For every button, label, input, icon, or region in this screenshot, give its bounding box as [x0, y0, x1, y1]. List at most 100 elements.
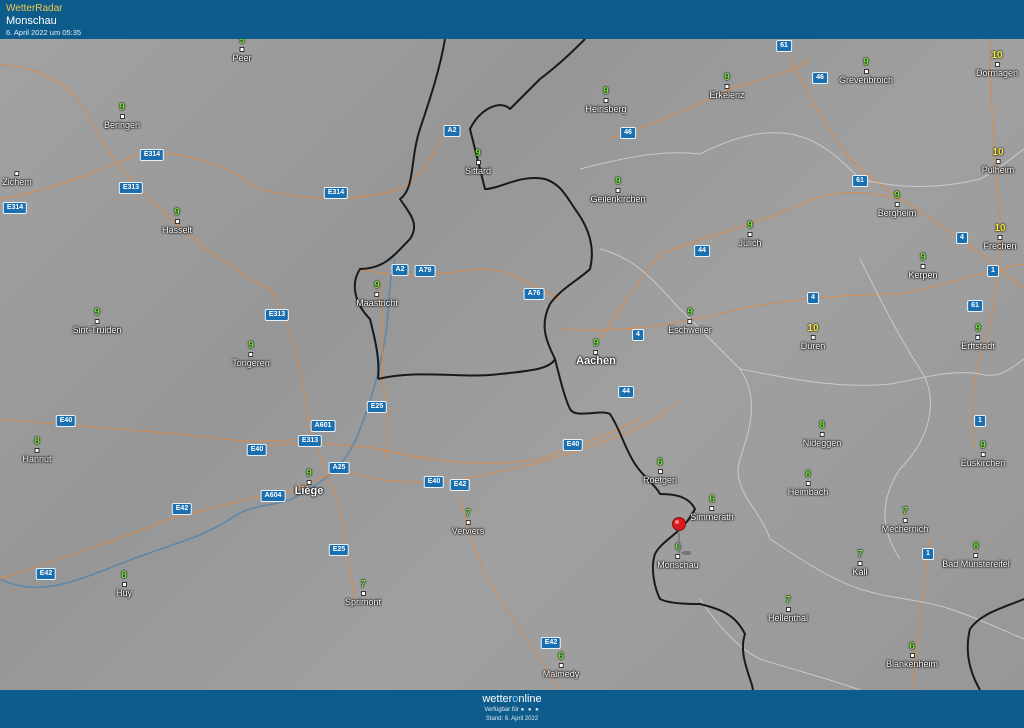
- weather-map[interactable]: 61 46 A2 46 E314 E313 E314 E314 61 4 A2 …: [0, 39, 1024, 690]
- temperature: 7: [465, 508, 471, 519]
- city-marker-mechernich[interactable]: 7 Mechernich: [882, 507, 929, 535]
- city-name: Grevenbroich: [838, 75, 894, 85]
- city-name: Verviers: [451, 526, 485, 536]
- city-dot: [121, 582, 127, 587]
- temperature: 9: [687, 307, 693, 318]
- city-name: Pulheim: [981, 165, 1015, 175]
- city-marker-heimbach[interactable]: 8 Heimbach: [788, 470, 829, 498]
- city-marker-hannut[interactable]: 8 Hannut: [22, 437, 51, 465]
- temperature: 6: [657, 457, 663, 468]
- temperature: 9: [980, 440, 986, 451]
- temperature: 9: [374, 280, 380, 291]
- city-marker-sittard[interactable]: 9 Sittard: [465, 149, 491, 177]
- city-name: Bad Münstereifel: [942, 559, 1010, 569]
- location-pin-icon[interactable]: [671, 517, 691, 557]
- city-name: Monschau: [657, 560, 699, 570]
- city-dot: [709, 506, 715, 511]
- city-name: Kerpen: [908, 270, 938, 280]
- city-marker-dormagen[interactable]: 10 Dormagen: [976, 51, 1018, 79]
- temperature: 8: [819, 420, 825, 431]
- logo-text: nline: [518, 693, 542, 705]
- city-marker-tongeren[interactable]: 9 Tongeren: [232, 341, 270, 369]
- city-marker-verviers[interactable]: 7 Verviers: [452, 509, 485, 537]
- temperature: 9: [724, 72, 730, 83]
- availability-label: Verfügbar für: [484, 707, 519, 713]
- city-marker-bergheim[interactable]: 9 Bergheim: [878, 191, 917, 219]
- temperature: 9: [94, 307, 100, 318]
- city-dot: [239, 47, 245, 52]
- city-name: Malmedy: [542, 669, 580, 679]
- city-marker-roetgen[interactable]: 6 Roetgen: [643, 458, 677, 486]
- city-marker-frechen[interactable]: 10 Frechen: [983, 224, 1016, 252]
- city-dot: [465, 520, 471, 525]
- app-footer: wetteronline Verfügbar für ● ● ● Stand: …: [0, 690, 1024, 728]
- road-sign: E40: [562, 439, 584, 451]
- city-marker-geilenkirchen[interactable]: 9 Geilenkirchen: [590, 177, 645, 205]
- temperature: 8: [973, 541, 979, 552]
- city-name: Bergheim: [877, 208, 917, 218]
- city-name: Heinsberg: [585, 104, 627, 114]
- city-dot: [248, 352, 254, 357]
- city-dot: [997, 235, 1003, 240]
- road-sign: 61: [852, 175, 868, 187]
- city-marker-liege[interactable]: 9 Liège: [295, 469, 324, 497]
- city-name: Heimbach: [787, 487, 829, 497]
- city-marker-pulheim[interactable]: 10 Pulheim: [982, 148, 1015, 176]
- city-name: Mechernich: [881, 524, 929, 534]
- temperature: 6: [558, 651, 564, 662]
- road-sign: 46: [620, 127, 636, 139]
- stand-date: Stand: 6. April 2022: [485, 716, 539, 722]
- city-marker-nideggen[interactable]: 8 Nideggen: [803, 421, 842, 449]
- temperature: 6: [709, 494, 715, 505]
- road-sign: E42: [171, 503, 193, 515]
- city-marker-aachen[interactable]: 9 Aachen: [576, 339, 616, 367]
- road-sign: A76: [523, 288, 545, 300]
- city-marker-erftstadt[interactable]: 9 Erftstadt: [961, 324, 995, 352]
- city-dot: [687, 319, 693, 324]
- city-marker-beringen[interactable]: 9 Beringen: [104, 103, 140, 131]
- city-marker-eschweiler[interactable]: 9 Eschweiler: [668, 308, 712, 336]
- city-marker-euskirchen[interactable]: 9 Euskirchen: [961, 441, 1006, 469]
- wetteronline-logo[interactable]: wetteronline: [0, 693, 1024, 706]
- road-sign: 4: [807, 292, 819, 304]
- brand-label[interactable]: WetterRadar: [6, 3, 1024, 15]
- city-marker-grevenbroich[interactable]: 9 Grevenbroich: [839, 58, 893, 86]
- city-name: Simmerath: [690, 512, 734, 522]
- city-dot: [810, 335, 816, 340]
- city-marker-hasselt[interactable]: 9 Hasselt: [162, 208, 192, 236]
- city-dot: [785, 607, 791, 612]
- temperature: 7: [902, 506, 908, 517]
- city-name: Euskirchen: [960, 458, 1006, 468]
- temperature: 8: [121, 570, 127, 581]
- city-marker-julich[interactable]: 9 Jülich: [738, 221, 761, 249]
- city-marker-heinsberg[interactable]: 9 Heinsberg: [585, 87, 626, 115]
- road-sign: E25: [366, 401, 388, 413]
- city-marker-kall[interactable]: 7 Kall: [852, 550, 867, 578]
- city-marker-sint-truiden[interactable]: 9 Sint-Truiden: [73, 308, 122, 336]
- city-marker-peer[interactable]: 9 Peer: [232, 39, 251, 64]
- city-name: Maastricht: [356, 298, 398, 308]
- temperature: 7: [857, 549, 863, 560]
- city-name: Hannut: [22, 454, 52, 464]
- city-marker-zichem[interactable]: Zichem: [2, 170, 32, 188]
- city-marker-blankenheim[interactable]: 6 Blankenheim: [886, 642, 938, 670]
- timestamp: 6. April 2022 um 05:35: [6, 28, 82, 37]
- city-dot: [615, 188, 621, 193]
- city-marker-malmedy[interactable]: 6 Malmedy: [543, 652, 580, 680]
- road-sign: 4: [956, 232, 968, 244]
- city-marker-hellenthal[interactable]: 7 Hellenthal: [768, 596, 808, 624]
- city-name: Hellenthal: [767, 613, 809, 623]
- city-marker-maastricht[interactable]: 9 Maastricht: [356, 281, 398, 309]
- city-name: Hasselt: [161, 225, 193, 235]
- city-marker-kerpen[interactable]: 9 Kerpen: [908, 253, 937, 281]
- city-marker-simmerath[interactable]: 6 Simmerath: [690, 495, 734, 523]
- city-marker-erkelenz[interactable]: 9 Erkelenz: [709, 73, 744, 101]
- city-marker-bad-munstereifel[interactable]: 8 Bad Münstereifel: [942, 542, 1010, 570]
- city-marker-huy[interactable]: 8 Huy: [116, 571, 132, 599]
- city-marker-sprimont[interactable]: 7 Sprimont: [345, 580, 381, 608]
- temperature: 9: [174, 207, 180, 218]
- road-sign: 1: [922, 548, 934, 560]
- city-dot: [94, 319, 100, 324]
- city-marker-duren[interactable]: 10 Düren: [801, 324, 826, 352]
- city-name: Düren: [800, 341, 826, 351]
